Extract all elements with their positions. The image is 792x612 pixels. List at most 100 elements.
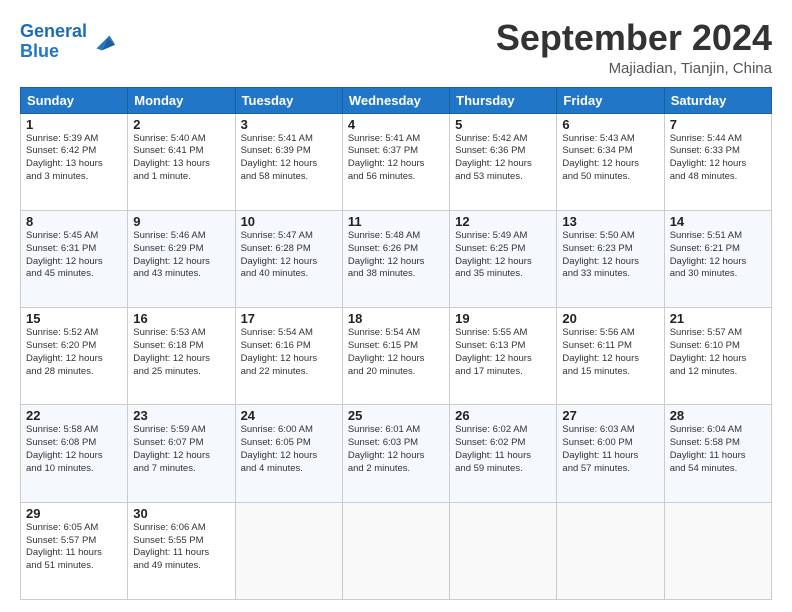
cell-text: Sunrise: 5:54 AMSunset: 6:15 PMDaylight:… <box>348 327 444 378</box>
cell-text: Sunrise: 5:49 AMSunset: 6:25 PMDaylight:… <box>455 230 551 281</box>
weekday-header-saturday: Saturday <box>664 87 771 113</box>
calendar-cell: 2Sunrise: 5:40 AMSunset: 6:41 PMDaylight… <box>128 113 235 210</box>
day-number: 5 <box>455 117 551 132</box>
calendar-cell: 7Sunrise: 5:44 AMSunset: 6:33 PMDaylight… <box>664 113 771 210</box>
calendar-cell: 15Sunrise: 5:52 AMSunset: 6:20 PMDayligh… <box>21 308 128 405</box>
calendar-cell: 4Sunrise: 5:41 AMSunset: 6:37 PMDaylight… <box>342 113 449 210</box>
day-number: 17 <box>241 311 337 326</box>
calendar-cell: 25Sunrise: 6:01 AMSunset: 6:03 PMDayligh… <box>342 405 449 502</box>
day-number: 16 <box>133 311 229 326</box>
calendar-cell: 19Sunrise: 5:55 AMSunset: 6:13 PMDayligh… <box>450 308 557 405</box>
day-number: 14 <box>670 214 766 229</box>
cell-text: Sunrise: 5:59 AMSunset: 6:07 PMDaylight:… <box>133 424 229 475</box>
weekday-header-monday: Monday <box>128 87 235 113</box>
weekday-header-thursday: Thursday <box>450 87 557 113</box>
day-number: 30 <box>133 506 229 521</box>
day-number: 11 <box>348 214 444 229</box>
cell-text: Sunrise: 5:54 AMSunset: 6:16 PMDaylight:… <box>241 327 337 378</box>
day-number: 24 <box>241 408 337 423</box>
cell-text: Sunrise: 5:57 AMSunset: 6:10 PMDaylight:… <box>670 327 766 378</box>
cell-text: Sunrise: 6:03 AMSunset: 6:00 PMDaylight:… <box>562 424 658 475</box>
day-number: 1 <box>26 117 122 132</box>
day-number: 25 <box>348 408 444 423</box>
cell-text: Sunrise: 6:04 AMSunset: 5:58 PMDaylight:… <box>670 424 766 475</box>
weekday-header-sunday: Sunday <box>21 87 128 113</box>
day-number: 9 <box>133 214 229 229</box>
calendar-cell: 13Sunrise: 5:50 AMSunset: 6:23 PMDayligh… <box>557 210 664 307</box>
cell-text: Sunrise: 5:44 AMSunset: 6:33 PMDaylight:… <box>670 133 766 184</box>
cell-text: Sunrise: 6:02 AMSunset: 6:02 PMDaylight:… <box>455 424 551 475</box>
day-number: 26 <box>455 408 551 423</box>
weekday-header-tuesday: Tuesday <box>235 87 342 113</box>
day-number: 22 <box>26 408 122 423</box>
cell-text: Sunrise: 5:46 AMSunset: 6:29 PMDaylight:… <box>133 230 229 281</box>
day-number: 27 <box>562 408 658 423</box>
cell-text: Sunrise: 5:41 AMSunset: 6:37 PMDaylight:… <box>348 133 444 184</box>
page-header: General Blue September 2024 Majiadian, T… <box>20 18 772 77</box>
cell-text: Sunrise: 5:58 AMSunset: 6:08 PMDaylight:… <box>26 424 122 475</box>
cell-text: Sunrise: 5:41 AMSunset: 6:39 PMDaylight:… <box>241 133 337 184</box>
calendar-cell: 18Sunrise: 5:54 AMSunset: 6:15 PMDayligh… <box>342 308 449 405</box>
cell-text: Sunrise: 5:43 AMSunset: 6:34 PMDaylight:… <box>562 133 658 184</box>
title-block: September 2024 Majiadian, Tianjin, China <box>496 18 772 77</box>
calendar-cell <box>557 502 664 599</box>
calendar-body: 1Sunrise: 5:39 AMSunset: 6:42 PMDaylight… <box>21 113 772 599</box>
cell-text: Sunrise: 5:51 AMSunset: 6:21 PMDaylight:… <box>670 230 766 281</box>
calendar-cell: 10Sunrise: 5:47 AMSunset: 6:28 PMDayligh… <box>235 210 342 307</box>
day-number: 12 <box>455 214 551 229</box>
day-number: 28 <box>670 408 766 423</box>
calendar-week-1: 1Sunrise: 5:39 AMSunset: 6:42 PMDaylight… <box>21 113 772 210</box>
calendar-cell: 24Sunrise: 6:00 AMSunset: 6:05 PMDayligh… <box>235 405 342 502</box>
cell-text: Sunrise: 5:48 AMSunset: 6:26 PMDaylight:… <box>348 230 444 281</box>
calendar-cell: 6Sunrise: 5:43 AMSunset: 6:34 PMDaylight… <box>557 113 664 210</box>
calendar-cell: 14Sunrise: 5:51 AMSunset: 6:21 PMDayligh… <box>664 210 771 307</box>
day-number: 7 <box>670 117 766 132</box>
calendar-cell: 17Sunrise: 5:54 AMSunset: 6:16 PMDayligh… <box>235 308 342 405</box>
cell-text: Sunrise: 6:06 AMSunset: 5:55 PMDaylight:… <box>133 522 229 573</box>
cell-text: Sunrise: 6:00 AMSunset: 6:05 PMDaylight:… <box>241 424 337 475</box>
cell-text: Sunrise: 5:39 AMSunset: 6:42 PMDaylight:… <box>26 133 122 184</box>
logo-text: General Blue <box>20 22 87 62</box>
calendar-table: SundayMondayTuesdayWednesdayThursdayFrid… <box>20 87 772 600</box>
calendar-cell <box>235 502 342 599</box>
calendar-week-2: 8Sunrise: 5:45 AMSunset: 6:31 PMDaylight… <box>21 210 772 307</box>
cell-text: Sunrise: 5:45 AMSunset: 6:31 PMDaylight:… <box>26 230 122 281</box>
day-number: 13 <box>562 214 658 229</box>
calendar-cell: 28Sunrise: 6:04 AMSunset: 5:58 PMDayligh… <box>664 405 771 502</box>
calendar-cell: 20Sunrise: 5:56 AMSunset: 6:11 PMDayligh… <box>557 308 664 405</box>
calendar-cell: 21Sunrise: 5:57 AMSunset: 6:10 PMDayligh… <box>664 308 771 405</box>
calendar-cell: 26Sunrise: 6:02 AMSunset: 6:02 PMDayligh… <box>450 405 557 502</box>
cell-text: Sunrise: 5:55 AMSunset: 6:13 PMDaylight:… <box>455 327 551 378</box>
day-number: 20 <box>562 311 658 326</box>
cell-text: Sunrise: 5:50 AMSunset: 6:23 PMDaylight:… <box>562 230 658 281</box>
calendar-week-3: 15Sunrise: 5:52 AMSunset: 6:20 PMDayligh… <box>21 308 772 405</box>
calendar-cell: 16Sunrise: 5:53 AMSunset: 6:18 PMDayligh… <box>128 308 235 405</box>
calendar-cell: 23Sunrise: 5:59 AMSunset: 6:07 PMDayligh… <box>128 405 235 502</box>
calendar-cell <box>450 502 557 599</box>
day-number: 2 <box>133 117 229 132</box>
month-title: September 2024 <box>496 18 772 58</box>
calendar-cell: 11Sunrise: 5:48 AMSunset: 6:26 PMDayligh… <box>342 210 449 307</box>
calendar-cell: 8Sunrise: 5:45 AMSunset: 6:31 PMDaylight… <box>21 210 128 307</box>
calendar-week-5: 29Sunrise: 6:05 AMSunset: 5:57 PMDayligh… <box>21 502 772 599</box>
day-number: 8 <box>26 214 122 229</box>
cell-text: Sunrise: 6:01 AMSunset: 6:03 PMDaylight:… <box>348 424 444 475</box>
calendar-cell: 9Sunrise: 5:46 AMSunset: 6:29 PMDaylight… <box>128 210 235 307</box>
calendar-cell: 30Sunrise: 6:06 AMSunset: 5:55 PMDayligh… <box>128 502 235 599</box>
day-number: 19 <box>455 311 551 326</box>
cell-text: Sunrise: 6:05 AMSunset: 5:57 PMDaylight:… <box>26 522 122 573</box>
day-number: 21 <box>670 311 766 326</box>
location: Majiadian, Tianjin, China <box>496 60 772 77</box>
cell-text: Sunrise: 5:53 AMSunset: 6:18 PMDaylight:… <box>133 327 229 378</box>
day-number: 29 <box>26 506 122 521</box>
logo-general: General <box>20 21 87 41</box>
calendar-cell: 5Sunrise: 5:42 AMSunset: 6:36 PMDaylight… <box>450 113 557 210</box>
calendar-cell: 22Sunrise: 5:58 AMSunset: 6:08 PMDayligh… <box>21 405 128 502</box>
cell-text: Sunrise: 5:52 AMSunset: 6:20 PMDaylight:… <box>26 327 122 378</box>
calendar-cell <box>664 502 771 599</box>
weekday-header-wednesday: Wednesday <box>342 87 449 113</box>
logo: General Blue <box>20 22 117 62</box>
logo-icon <box>89 28 117 56</box>
logo-blue: Blue <box>20 41 59 61</box>
day-number: 23 <box>133 408 229 423</box>
